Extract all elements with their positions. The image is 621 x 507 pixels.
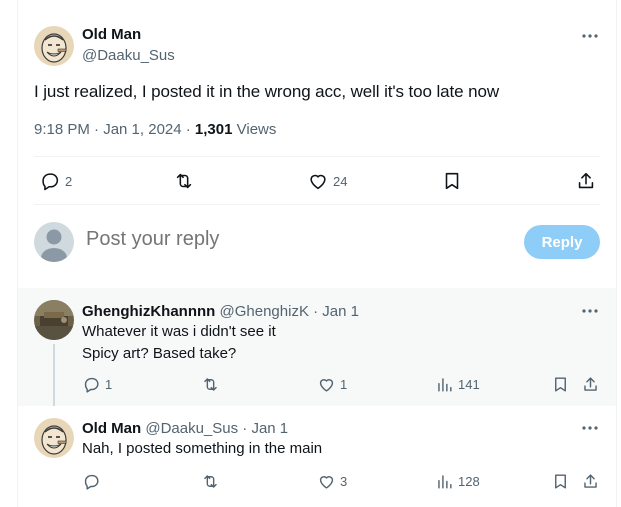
author-handle[interactable]: @Daaku_Sus · Jan 1 — [145, 420, 288, 437]
author-name[interactable]: Old Man — [82, 26, 141, 43]
list-item[interactable]: Old Man @Daaku_Sus · Jan 1 Nah, I posted… — [18, 406, 616, 507]
reply-input[interactable] — [86, 228, 466, 251]
reply-count: 1 — [105, 377, 113, 392]
list-item[interactable]: GhenghizKhannnn @GhenghizK · Jan 1 Whate… — [18, 288, 616, 472]
share-button[interactable] — [575, 170, 597, 192]
replies-thread: GhenghizKhannnn @GhenghizK · Jan 1 Whate… — [18, 288, 616, 507]
reply-icon — [84, 474, 99, 490]
share-icon — [584, 474, 597, 488]
reply-button[interactable]: 1 — [82, 375, 112, 394]
bookmark-icon — [555, 377, 566, 392]
heart-icon — [319, 476, 334, 489]
reply-text-line: Whatever it was i didn't see it — [82, 323, 276, 340]
reply-header: GhenghizKhannnn @GhenghizK · Jan 1 — [82, 303, 359, 320]
post-text: I just realized, I posted it in the wron… — [34, 82, 500, 101]
repost-button[interactable] — [173, 170, 195, 192]
views-icon — [438, 475, 452, 489]
views-button[interactable]: 128 — [435, 472, 480, 491]
views-label: Views — [232, 121, 277, 138]
share-icon — [578, 172, 594, 189]
like-count: 3 — [340, 474, 348, 489]
views-count: 1,301 — [194, 121, 233, 138]
like-button[interactable]: 24 — [307, 170, 347, 192]
more-icon[interactable] — [580, 418, 600, 438]
repost-icon — [204, 378, 217, 391]
more-icon[interactable] — [580, 301, 600, 321]
author-handle[interactable]: @Daaku_Sus — [82, 47, 175, 64]
bookmark-icon — [555, 474, 566, 489]
reply-button[interactable]: 2 — [39, 170, 72, 192]
avatar[interactable] — [34, 300, 74, 340]
views-icon — [438, 378, 452, 392]
bookmark-button[interactable] — [441, 170, 463, 192]
avatar[interactable] — [34, 26, 74, 66]
reply-icon — [84, 377, 99, 393]
views-count: 141 — [458, 377, 480, 392]
author-handle[interactable]: @GhenghizK · Jan 1 — [220, 303, 359, 320]
main-post: Old Man @Daaku_Sus I just realized, I po… — [18, 0, 616, 288]
share-icon — [584, 377, 597, 391]
like-count: 1 — [340, 377, 348, 392]
repost-button[interactable] — [201, 375, 220, 394]
bookmark-icon — [445, 172, 459, 190]
repost-button[interactable] — [201, 472, 220, 491]
reply-text: Whatever it was i didn't see it Spicy ar… — [82, 321, 276, 365]
views-button[interactable]: 141 — [435, 375, 480, 394]
avatar[interactable] — [34, 418, 74, 458]
like-button[interactable]: 3 — [317, 472, 347, 491]
divider — [34, 204, 600, 205]
heart-icon — [310, 174, 326, 190]
reply-header: Old Man @Daaku_Sus · Jan 1 — [82, 420, 288, 437]
reply-count: 2 — [65, 173, 73, 189]
like-count: 24 — [333, 173, 348, 189]
divider — [34, 156, 600, 157]
avatar[interactable] — [34, 222, 74, 262]
post-meta: 9:18 PM · Jan 1, 2024 · 1,301 Views — [34, 121, 276, 138]
bookmark-button[interactable] — [551, 472, 570, 491]
share-button[interactable] — [581, 472, 600, 491]
author-name[interactable]: GhenghizKhannnn — [82, 303, 215, 320]
reply-composer: Reply — [34, 222, 600, 262]
share-button[interactable] — [581, 375, 600, 394]
reply-icon — [42, 173, 59, 191]
reply-button[interactable] — [82, 472, 105, 491]
author-name[interactable]: Old Man — [82, 420, 141, 437]
post-time[interactable]: 9:18 PM · Jan 1, 2024 · — [34, 121, 195, 138]
views-count: 128 — [458, 474, 480, 489]
reply-submit-button[interactable]: Reply — [524, 225, 600, 259]
tweet-card: Old Man @Daaku_Sus I just realized, I po… — [17, 0, 617, 507]
reply-text-line: Spicy art? Based take? — [82, 345, 237, 362]
repost-icon — [204, 475, 217, 488]
like-button[interactable]: 1 — [317, 375, 347, 394]
reply-text: Nah, I posted something in the main — [82, 438, 322, 460]
bookmark-button[interactable] — [551, 375, 570, 394]
reply-text-line: Nah, I posted something in the main — [82, 440, 323, 457]
repost-icon — [176, 173, 192, 189]
heart-icon — [319, 379, 334, 392]
more-icon[interactable] — [580, 26, 600, 46]
